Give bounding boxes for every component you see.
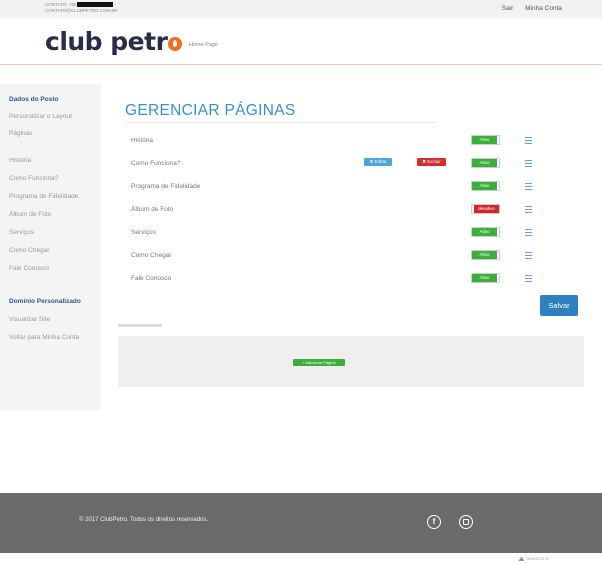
sidebar-item-dominio-personalizado[interactable]: Domínio Personalizado	[9, 298, 81, 305]
contact-email: CONTATO@CLUBPETRO.COM.BR	[45, 8, 118, 13]
toggle-knob	[497, 159, 499, 167]
toggle-knob	[497, 136, 499, 144]
drag-handle-icon[interactable]	[525, 183, 532, 190]
minhosite-logo-icon	[518, 556, 525, 562]
delete-label: Excluir	[427, 159, 441, 164]
drag-handle-icon[interactable]	[525, 275, 532, 282]
sidebar-item-servicos[interactable]: Serviços	[9, 229, 34, 236]
toggle-knob	[497, 182, 499, 190]
sidebar-item-historia[interactable]: História	[9, 157, 31, 164]
toggle-knob	[497, 228, 499, 236]
add-page-panel: + Adicionar Página	[118, 336, 584, 387]
sidebar: Dados do Posto Personalizar o Layout Pág…	[0, 84, 101, 410]
contact-phone-prefix: CONTATO: +55	[45, 2, 77, 7]
status-toggle[interactable]: Ativo	[471, 227, 500, 237]
page-name: Serviços	[131, 229, 156, 236]
drag-handle-icon[interactable]	[525, 206, 532, 213]
status-label: Ativo	[472, 159, 497, 167]
contact-phone-suffix: -	[114, 2, 116, 7]
drag-handle-icon[interactable]	[525, 229, 532, 236]
page-name: História	[131, 137, 154, 144]
save-button[interactable]: Salvar	[540, 295, 578, 316]
delete-button[interactable]: ✖ Excluir	[417, 158, 446, 166]
status-toggle[interactable]: desativo	[471, 204, 500, 214]
title-divider	[125, 122, 436, 123]
page-title: GERENCIAR PÁGINAS	[125, 102, 296, 119]
top-bar: CONTATO: +55 - CONTATO@CLUBPETRO.COM.BR S…	[0, 0, 602, 18]
drop-logo-icon	[168, 37, 183, 51]
drag-handle-icon[interactable]	[525, 137, 532, 144]
club-petro-logo[interactable]: club petr	[45, 27, 183, 56]
status-label: desativo	[474, 205, 499, 213]
page-row: História Ativo	[131, 135, 551, 147]
sidebar-item-fale-conosco[interactable]: Fale Conosco	[9, 265, 49, 272]
status-toggle[interactable]: Ativo	[471, 250, 500, 260]
facebook-icon[interactable]: f	[427, 515, 441, 529]
drag-handle-icon[interactable]	[525, 160, 532, 167]
sidebar-item-programa-fidelidade[interactable]: Programa de Fidelidade	[9, 193, 78, 200]
credit-link[interactable]: MINHOSITE	[518, 556, 550, 562]
page-row: Álbum de Foto desativo	[131, 204, 551, 216]
status-label: Ativo	[472, 251, 497, 259]
scroll-handle[interactable]	[118, 324, 162, 327]
sidebar-item-personalizar-layout[interactable]: Personalizar o Layout	[9, 113, 72, 120]
nav-home-page[interactable]: Home Page	[189, 42, 218, 48]
site-header: club petr Home Page	[0, 18, 602, 65]
page-name: Como Funciona?	[131, 160, 181, 167]
page-row: Programa de Fidelidade Ativo	[131, 181, 551, 193]
sidebar-item-paginas[interactable]: Páginas	[9, 130, 33, 137]
sidebar-item-como-funciona[interactable]: Como Funciona?	[9, 175, 59, 182]
status-label: Ativo	[472, 136, 497, 144]
add-page-button[interactable]: + Adicionar Página	[293, 359, 345, 366]
copyright-text: © 2017 ClubPetro. Todos os direitos rese…	[79, 517, 209, 523]
credit-text: MINHOSITE	[527, 556, 550, 561]
logo-text: club petr	[45, 27, 168, 56]
sidebar-item-voltar-minha-conta[interactable]: Voltar para Minha Conta	[9, 334, 79, 341]
logout-link[interactable]: Sair	[502, 5, 514, 12]
status-toggle[interactable]: Ativo	[471, 181, 500, 191]
status-label: Ativo	[472, 274, 497, 282]
sidebar-item-visualizar-site[interactable]: Visualizar Site	[9, 316, 50, 323]
status-label: Ativo	[472, 182, 497, 190]
page-row: Serviços Ativo	[131, 227, 551, 239]
instagram-icon[interactable]	[459, 515, 473, 529]
top-links: Sair Minha Conta	[492, 5, 562, 12]
account-link[interactable]: Minha Conta	[525, 5, 562, 12]
sidebar-item-album-de-foto[interactable]: Álbum de Foto	[9, 211, 51, 218]
page-row: Fale Conosco Ativo	[131, 273, 551, 285]
page-name: Programa de Fidelidade	[131, 183, 201, 190]
status-toggle[interactable]: Ativo	[471, 135, 500, 145]
status-label: Ativo	[472, 228, 497, 236]
page-name: Álbum de Foto	[131, 206, 174, 213]
contact-info: CONTATO: +55 - CONTATO@CLUBPETRO.COM.BR	[45, 2, 118, 14]
edit-label: Editar	[374, 159, 387, 164]
page-name: Fale Conosco	[131, 275, 172, 282]
status-toggle[interactable]: Ativo	[471, 158, 500, 168]
toggle-knob	[497, 274, 499, 282]
edit-button[interactable]: ⚙ Editar	[364, 158, 392, 166]
page-row: Como Funciona? ⚙ Editar ✖ Excluir Ativo	[131, 158, 551, 170]
drag-handle-icon[interactable]	[525, 252, 532, 259]
sidebar-item-dados-do-posto[interactable]: Dados do Posto	[9, 96, 58, 103]
status-toggle[interactable]: Ativo	[471, 273, 500, 283]
toggle-knob	[497, 251, 499, 259]
site-footer: © 2017 ClubPetro. Todos os direitos rese…	[0, 493, 602, 553]
page-row: Como Chegar Ativo	[131, 250, 551, 262]
redacted-phone	[77, 2, 114, 8]
page-name: Como Chegar	[131, 252, 172, 259]
sidebar-item-como-chegar[interactable]: Como Chegar	[9, 247, 49, 254]
